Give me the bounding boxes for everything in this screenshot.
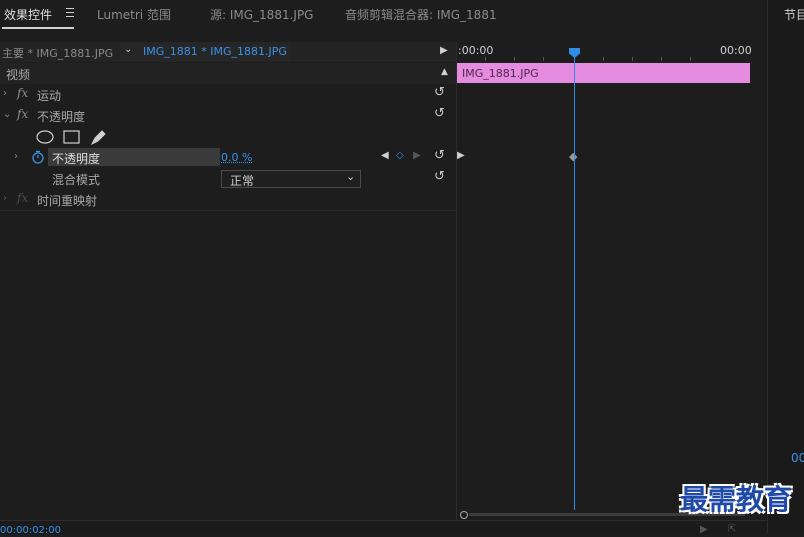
master-clip-label[interactable]: 主要 * IMG_1881.JPG: [2, 45, 113, 61]
opacity-param-label: 不透明度: [52, 150, 100, 167]
zoom-handle-left[interactable]: [460, 511, 468, 519]
clip-selector[interactable]: ⌄ IMG_1881 * IMG_1881.JPG: [120, 42, 290, 62]
fx-icon[interactable]: fx: [17, 107, 28, 121]
tab-effect-controls[interactable]: 效果控件: [4, 6, 52, 23]
opacity-value[interactable]: 0.0 %: [221, 151, 252, 164]
keyframe-start-marker-icon: ▶: [457, 150, 465, 161]
opacity-label: 不透明度: [37, 108, 85, 125]
clip-header: 主要 * IMG_1881.JPG ⌄ IMG_1881 * IMG_1881.…: [0, 42, 456, 62]
tab-source[interactable]: 源: IMG_1881.JPG: [210, 6, 313, 23]
sequence-clip-label: IMG_1881 * IMG_1881.JPG: [143, 45, 287, 58]
panel-tab-bar: 效果控件 Lumetri 范围 源: IMG_1881.JPG 音频剪辑混合器:…: [0, 0, 767, 30]
blend-mode-row: 混合模式 正常 ⌄ ↺: [0, 168, 456, 190]
effect-timeline: [457, 42, 767, 520]
stopwatch-icon[interactable]: [31, 150, 45, 164]
pen-mask-icon[interactable]: [92, 131, 105, 144]
opacity-param-row[interactable]: › 不透明度 0.0 % ◀ ◇ ▶ ↺: [0, 147, 456, 169]
chevron-down-icon[interactable]: ⌄: [3, 109, 11, 120]
reset-icon[interactable]: ↺: [434, 106, 445, 121]
next-keyframe-icon[interactable]: ▶: [413, 150, 421, 161]
panel-divider[interactable]: [456, 42, 457, 520]
bottom-status-bar: 00:00:02:00 ▶ ⇱: [0, 520, 767, 534]
current-timecode[interactable]: 00:00:02:00: [0, 525, 61, 537]
mask-tools: [35, 129, 120, 145]
effect-row-opacity[interactable]: ⌄ fx 不透明度 ↺: [0, 105, 456, 127]
play-only-audio-icon[interactable]: ▶: [700, 524, 708, 535]
tab-audio-clip-mixer[interactable]: 音频剪辑混合器: IMG_1881: [345, 6, 497, 23]
add-keyframe-icon[interactable]: ◇: [396, 150, 404, 161]
mask-tools-row: [0, 126, 456, 148]
collapse-up-icon[interactable]: ▲: [441, 67, 448, 77]
chevron-down-icon: ⌄: [346, 170, 355, 183]
section-video-label: 视频: [6, 66, 30, 83]
tab-lumetri-scopes[interactable]: Lumetri 范围: [97, 6, 171, 23]
effect-row-time-remap[interactable]: › fx 时间重映射: [0, 189, 456, 211]
reset-icon[interactable]: ↺: [434, 148, 445, 163]
playhead-line[interactable]: [574, 50, 575, 510]
ruler-end-time: 00:00: [720, 44, 752, 57]
active-tab-indicator: [2, 27, 74, 29]
ruler-start-time: :00:00: [458, 44, 493, 57]
opacity-param-field[interactable]: 不透明度: [48, 148, 220, 166]
blend-mode-select[interactable]: 正常 ⌄: [221, 170, 361, 188]
chevron-down-icon: ⌄: [124, 44, 132, 55]
export-icon[interactable]: ⇱: [728, 524, 736, 535]
video-section-header: 视频 ▲: [0, 63, 456, 85]
blend-mode-value: 正常: [230, 172, 254, 189]
program-timecode: 00: [791, 451, 804, 465]
reset-icon[interactable]: ↺: [434, 85, 445, 100]
time-ruler[interactable]: :00:00 00:00: [457, 42, 767, 62]
watermark-logo: 最需教育: [680, 484, 792, 516]
timeline-clip[interactable]: IMG_1881.JPG: [457, 63, 750, 83]
chevron-right-icon[interactable]: ›: [3, 193, 7, 204]
panel-menu-icon[interactable]: [66, 8, 74, 16]
fx-icon: fx: [17, 191, 28, 205]
ellipse-mask-icon[interactable]: [37, 131, 53, 143]
chevron-right-icon[interactable]: ›: [14, 151, 18, 162]
blend-mode-label: 混合模式: [52, 171, 100, 188]
prev-keyframe-icon[interactable]: ◀: [381, 150, 389, 161]
timeline-clip-label: IMG_1881.JPG: [462, 67, 539, 80]
program-monitor-panel: 节目 00: [767, 0, 804, 533]
time-remap-label: 时间重映射: [37, 192, 97, 209]
effect-row-motion[interactable]: › fx 运动 ↺: [0, 84, 456, 106]
tab-program[interactable]: 节目: [784, 6, 804, 23]
fx-icon[interactable]: fx: [17, 86, 28, 100]
reset-icon[interactable]: ↺: [434, 169, 445, 184]
show-timeline-toggle-icon[interactable]: ▶: [440, 45, 448, 56]
chevron-right-icon[interactable]: ›: [3, 88, 7, 99]
rectangle-mask-icon[interactable]: [64, 131, 79, 143]
motion-label: 运动: [37, 87, 61, 104]
